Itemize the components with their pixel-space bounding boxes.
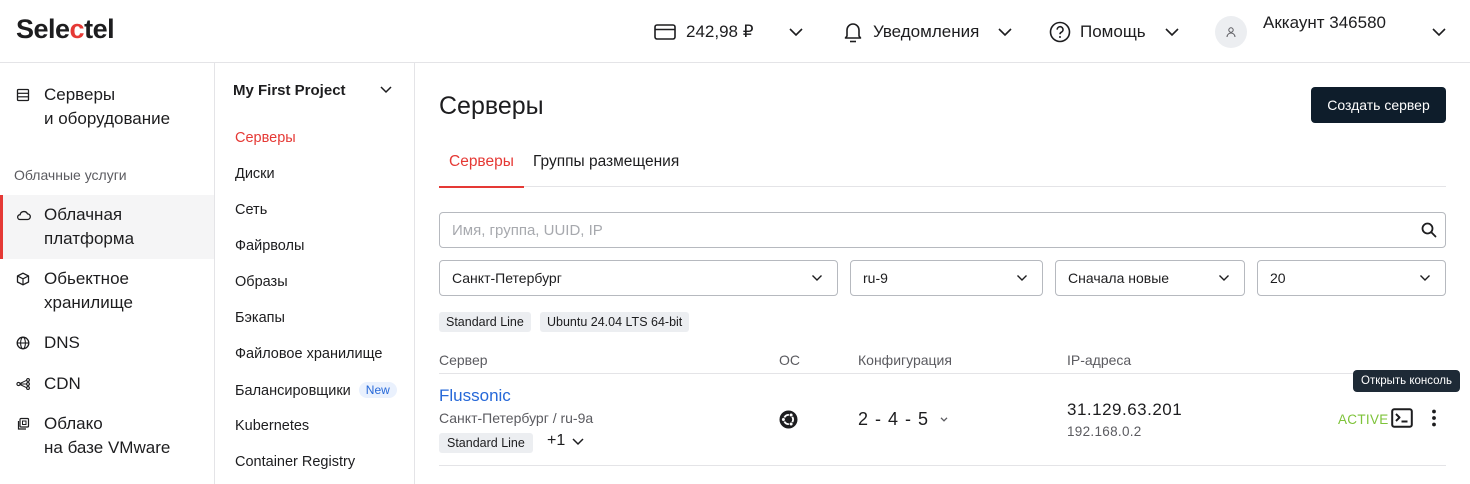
sidebar-item-cdn[interactable]: CDN [0, 372, 214, 396]
cube-icon [16, 272, 30, 286]
chevron-down-icon [1165, 27, 1179, 36]
chevron-down-icon [998, 27, 1012, 36]
project-selector[interactable]: My First Project [233, 82, 346, 99]
chevron-down-icon [940, 417, 948, 422]
chevron-down-icon [1017, 275, 1027, 281]
more-tags-toggle[interactable]: +1 [547, 432, 585, 450]
server-config[interactable]: 2 - 4 - 5 [858, 409, 949, 430]
wallet-icon [654, 23, 676, 40]
cdn-nodes-icon [16, 378, 30, 390]
left-sidebar: Серверы и оборудование Облачные услуги Об… [0, 63, 215, 484]
filter-chip-ubuntu[interactable]: Ubuntu 24.04 LTS 64-bit [540, 312, 690, 332]
filter-chip-standard-line[interactable]: Standard Line [439, 312, 531, 332]
column-header-config: Конфигурация [858, 352, 952, 368]
sidebar-item-object-storage[interactable]: Обьектное хранилище [0, 267, 214, 315]
project-item-container-registry[interactable]: Container Registry [235, 454, 355, 470]
chevron-down-icon [812, 275, 822, 281]
cloud-icon [17, 210, 31, 221]
tab-placement-groups[interactable]: Группы размещения [533, 153, 679, 187]
avatar [1215, 15, 1247, 48]
notifications-label: Уведомления [873, 21, 980, 41]
server-line-tag: Standard Line [439, 433, 533, 453]
chevron-down-icon [1432, 27, 1446, 36]
project-item-disks[interactable]: Диски [235, 166, 275, 182]
main-content: Серверы Создать сервер Серверы Группы ра… [415, 63, 1470, 484]
project-item-servers[interactable]: Серверы [235, 130, 296, 146]
column-header-os: ОС [779, 352, 800, 368]
chevron-down-icon [1420, 275, 1430, 281]
sidebar-item-cloud-platform[interactable]: Облачная платформа [0, 195, 214, 259]
sidebar-section-label: Облачные услуги [14, 167, 127, 183]
chevron-down-icon [788, 27, 803, 36]
user-icon [1226, 26, 1236, 37]
help-menu[interactable]: Помощь [1049, 0, 1180, 63]
project-item-balancers[interactable]: Балансировщики New [235, 382, 397, 399]
globe-icon [16, 336, 30, 350]
server-location: Санкт-Петербург / ru-9a [439, 410, 594, 426]
search-icon[interactable] [1421, 222, 1437, 238]
chevron-down-icon [572, 437, 584, 445]
public-ip: 31.129.63.201 [1067, 400, 1183, 419]
project-item-backups[interactable]: Бэкапы [235, 310, 285, 326]
notifications-menu[interactable]: Уведомления [843, 0, 1013, 63]
tab-servers[interactable]: Серверы [439, 153, 524, 188]
chevron-down-icon [1219, 275, 1229, 281]
tabs: Серверы Группы размещения [439, 143, 1446, 188]
server-name-link[interactable]: Flussonic [439, 386, 511, 406]
server-rack-icon [16, 88, 30, 102]
help-label: Помощь [1080, 21, 1146, 41]
account-menu[interactable]: Аккаунт 346580 [1215, 0, 1447, 63]
sidebar-item-dns[interactable]: DNS [0, 331, 214, 355]
project-item-firewalls[interactable]: Файрволы [235, 238, 304, 254]
top-header: Selectel 242,98 ₽ Уведомления Помощь Акк… [0, 0, 1470, 63]
balance-menu[interactable]: 242,98 ₽ [654, 0, 804, 63]
vmware-icon [17, 417, 30, 430]
new-badge: New [358, 382, 397, 398]
selectel-logo[interactable]: Selectel [16, 14, 115, 45]
bell-icon [844, 22, 862, 42]
project-menu: My First Project Серверы Диски Сеть Файр… [215, 63, 415, 484]
private-ip: 192.168.0.2 [1067, 424, 1142, 439]
per-page-select[interactable]: 20 [1257, 260, 1446, 296]
column-header-server: Сервер [439, 352, 488, 368]
console-icon[interactable] [1391, 408, 1413, 428]
console-tooltip: Открыть консоль [1353, 370, 1460, 392]
table-divider [439, 465, 1446, 466]
ubuntu-icon [779, 410, 798, 429]
chevron-down-icon[interactable] [379, 85, 393, 94]
project-item-network[interactable]: Сеть [235, 202, 267, 218]
region-select[interactable]: Санкт-Петербург [439, 260, 838, 296]
balance-amount: 242,98 ₽ [686, 21, 754, 41]
more-vertical-icon[interactable] [1427, 408, 1441, 428]
project-item-file-storage[interactable]: Файловое хранилище [235, 346, 382, 362]
project-item-kubernetes[interactable]: Kubernetes [235, 418, 309, 434]
project-item-images[interactable]: Образы [235, 274, 288, 290]
question-circle-icon [1049, 21, 1071, 42]
column-header-ip: IP-адреса [1067, 352, 1132, 368]
sidebar-item-servers-hardware[interactable]: Серверы и оборудование [0, 83, 214, 131]
search-box [439, 212, 1446, 248]
sidebar-item-vmware-cloud[interactable]: Облако на базе VMware [0, 412, 214, 460]
create-server-button[interactable]: Создать сервер [1311, 87, 1446, 123]
status-badge: ACTIVE [1338, 412, 1389, 427]
search-input[interactable] [440, 213, 1410, 247]
table-divider [439, 373, 1446, 374]
account-label: Аккаунт 346580 [1263, 12, 1386, 32]
sort-select[interactable]: Сначала новые [1055, 260, 1245, 296]
zone-select[interactable]: ru-9 [850, 260, 1043, 296]
page-title: Серверы [439, 92, 544, 120]
